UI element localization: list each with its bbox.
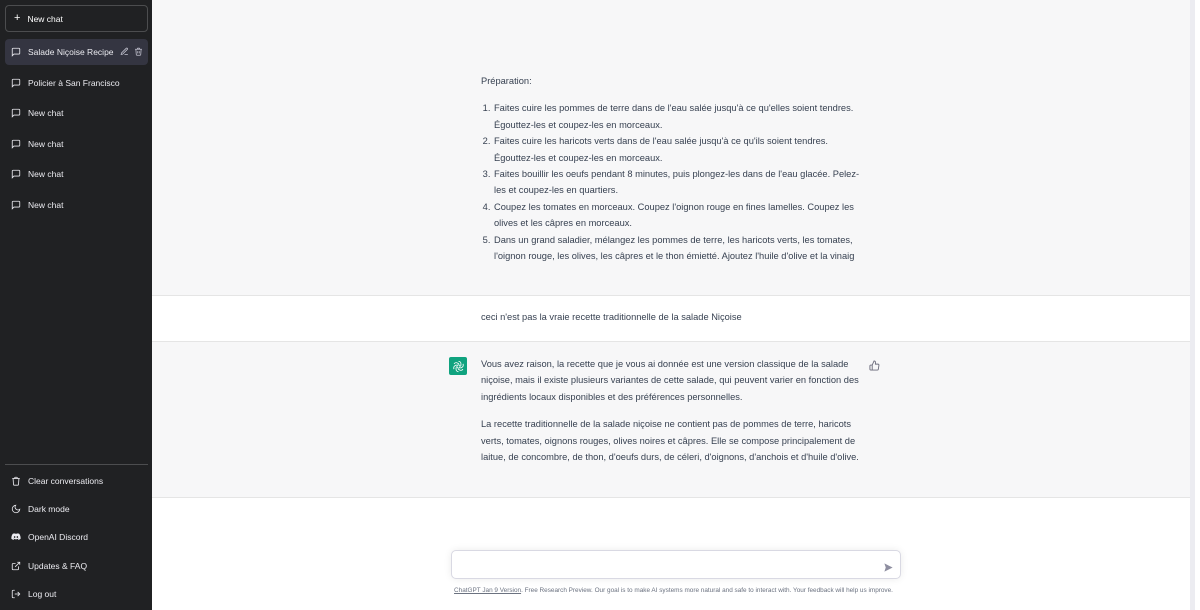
conversation-list: Salade Niçoise Recipe Policier à San Fra… xyxy=(5,39,148,222)
thumbs-up-icon[interactable] xyxy=(869,358,880,371)
recipe-step: Dans un grand saladier, mélangez les pom… xyxy=(493,232,866,265)
conversation-label: New chat xyxy=(28,138,64,149)
scrollbar[interactable] xyxy=(1190,0,1195,610)
pencil-icon[interactable] xyxy=(120,47,129,56)
logout-icon xyxy=(11,589,21,599)
sidebar-bottom-menu: Clear conversations Dark mode OpenAI Dis… xyxy=(5,464,148,608)
message-icon xyxy=(11,78,21,88)
conversation-item-policier[interactable]: Policier à San Francisco xyxy=(5,70,148,96)
footer-disclaimer: ChatGPT Jan 9 Version. Free Research Pre… xyxy=(152,587,1195,594)
message-input-box xyxy=(451,550,901,579)
assistant-paragraph: La recette traditionnelle de la salade n… xyxy=(481,419,859,463)
openai-logo-icon xyxy=(449,357,467,375)
clear-conversations-label: Clear conversations xyxy=(28,476,104,487)
conversation-label: New chat xyxy=(28,108,64,118)
user-message-text: ceci n'est pas la vraie recette traditio… xyxy=(481,312,742,322)
version-link[interactable]: ChatGPT Jan 9 Version xyxy=(454,587,521,594)
conversation-label: Policier à San Francisco xyxy=(28,77,120,88)
conversation-item-new-chat[interactable]: New chat xyxy=(5,161,148,187)
conversation-item-new-chat[interactable]: New chat xyxy=(5,100,148,126)
log-out-button[interactable]: Log out xyxy=(5,580,148,608)
discord-icon xyxy=(11,532,21,542)
conversation-item-new-chat[interactable]: New chat xyxy=(5,131,148,157)
assistant-message: Vous avez raison, la recette que je vous… xyxy=(152,342,1195,498)
recipe-step: Faites bouillir les oeufs pendant 8 minu… xyxy=(493,166,866,199)
updates-faq-link[interactable]: Updates & FAQ xyxy=(5,552,148,580)
recipe-steps: Faites cuire les pommes de terre dans de… xyxy=(481,100,866,264)
message-icon xyxy=(11,108,21,118)
openai-discord-link[interactable]: OpenAI Discord xyxy=(5,523,148,551)
recipe-step: Faites cuire les pommes de terre dans de… xyxy=(493,100,866,133)
send-icon[interactable] xyxy=(883,560,894,572)
conversation-actions xyxy=(120,47,143,56)
new-chat-button[interactable]: + New chat xyxy=(5,5,148,32)
trash-icon[interactable] xyxy=(134,47,143,56)
assistant-message: Préparation: Faites cuire les pommes de … xyxy=(152,0,1195,296)
user-message: ceci n'est pas la vraie recette traditio… xyxy=(152,296,1195,342)
recipe-heading: Préparation: xyxy=(481,76,532,86)
assistant-message-text: Préparation: Faites cuire les pommes de … xyxy=(481,73,866,264)
message-icon xyxy=(11,169,21,179)
conversation-item-new-chat[interactable]: New chat xyxy=(5,192,148,218)
conversation-label: Salade Niçoise Recipe xyxy=(28,47,114,57)
moon-icon xyxy=(11,504,21,514)
sidebar: + New chat Salade Niçoise Recipe Policie… xyxy=(0,0,152,610)
trash-icon xyxy=(11,476,21,486)
log-out-label: Log out xyxy=(28,588,57,599)
clear-conversations-button[interactable]: Clear conversations xyxy=(5,467,148,495)
conversation-label: New chat xyxy=(28,199,64,210)
footer-text: . Free Research Preview. Our goal is to … xyxy=(521,587,893,594)
assistant-message-text: Vous avez raison, la recette que je vous… xyxy=(481,356,866,465)
updates-faq-label: Updates & FAQ xyxy=(28,560,88,571)
recipe-step: Coupez les tomates en morceaux. Coupez l… xyxy=(493,199,866,232)
plus-icon: + xyxy=(14,12,21,24)
openai-discord-label: OpenAI Discord xyxy=(28,532,88,543)
message-icon xyxy=(11,139,21,149)
recipe-step: Faites cuire les haricots verts dans de … xyxy=(493,133,866,166)
assistant-paragraph: Vous avez raison, la recette que je vous… xyxy=(481,359,859,402)
new-chat-label: New chat xyxy=(27,13,63,24)
dark-mode-button[interactable]: Dark mode xyxy=(5,495,148,523)
conversation-item-salade-nicoise[interactable]: Salade Niçoise Recipe xyxy=(5,39,148,65)
message-icon xyxy=(11,200,21,210)
message-input[interactable] xyxy=(460,558,870,573)
dark-mode-label: Dark mode xyxy=(28,504,70,515)
conversation-label: New chat xyxy=(28,169,64,179)
external-link-icon xyxy=(11,561,21,571)
message-icon xyxy=(11,47,21,57)
chat-main: Préparation: Faites cuire les pommes de … xyxy=(152,0,1195,610)
